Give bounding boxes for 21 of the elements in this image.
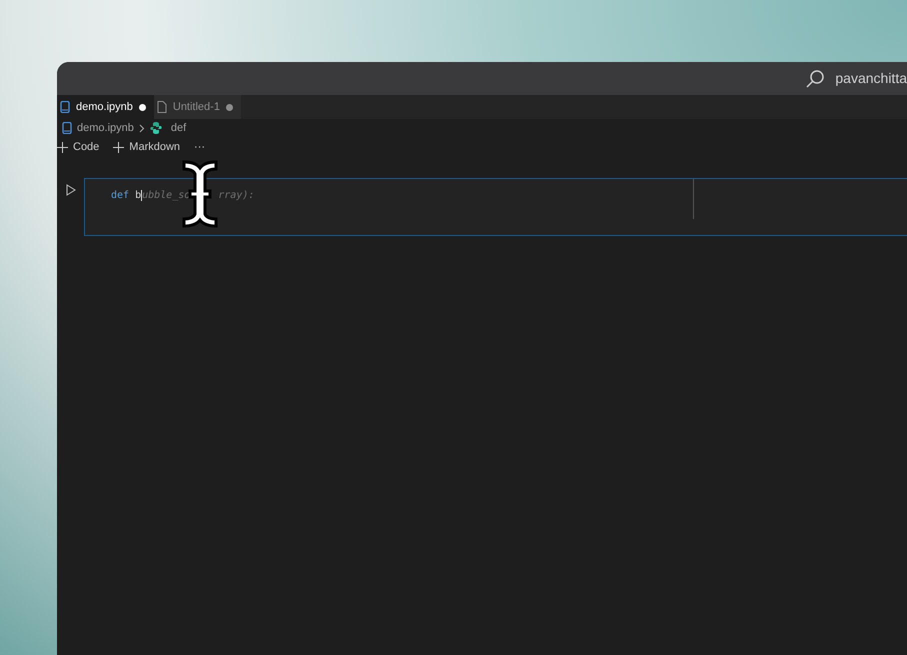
search-icon[interactable] xyxy=(805,68,826,88)
suggestion-text: rray): xyxy=(218,190,254,201)
run-icon[interactable] xyxy=(66,184,76,196)
breadcrumb-item[interactable]: def xyxy=(170,120,186,136)
add-cell-button[interactable]: Code xyxy=(57,138,100,156)
notebook-icon xyxy=(60,101,70,113)
breadcrumb-item[interactable]: demo.ipynb xyxy=(77,120,134,136)
plus-icon xyxy=(113,142,124,152)
more-button[interactable]: ··· xyxy=(194,138,206,156)
editor-tab[interactable]: Untitled-1 xyxy=(154,95,241,119)
suggestion-text: ubble_so xyxy=(142,190,190,201)
code-text: b xyxy=(135,190,142,201)
notebook-icon xyxy=(62,122,72,134)
python-icon xyxy=(150,122,162,134)
editor-tab[interactable]: demo.ipynb xyxy=(57,95,154,119)
code-text: def xyxy=(111,190,130,201)
add-cell-button[interactable]: Markdown xyxy=(113,138,180,156)
search-text[interactable]: pavanchitta xyxy=(835,68,907,89)
chevron-icon xyxy=(138,124,145,132)
file-icon xyxy=(156,101,167,113)
plus-icon xyxy=(57,142,68,152)
